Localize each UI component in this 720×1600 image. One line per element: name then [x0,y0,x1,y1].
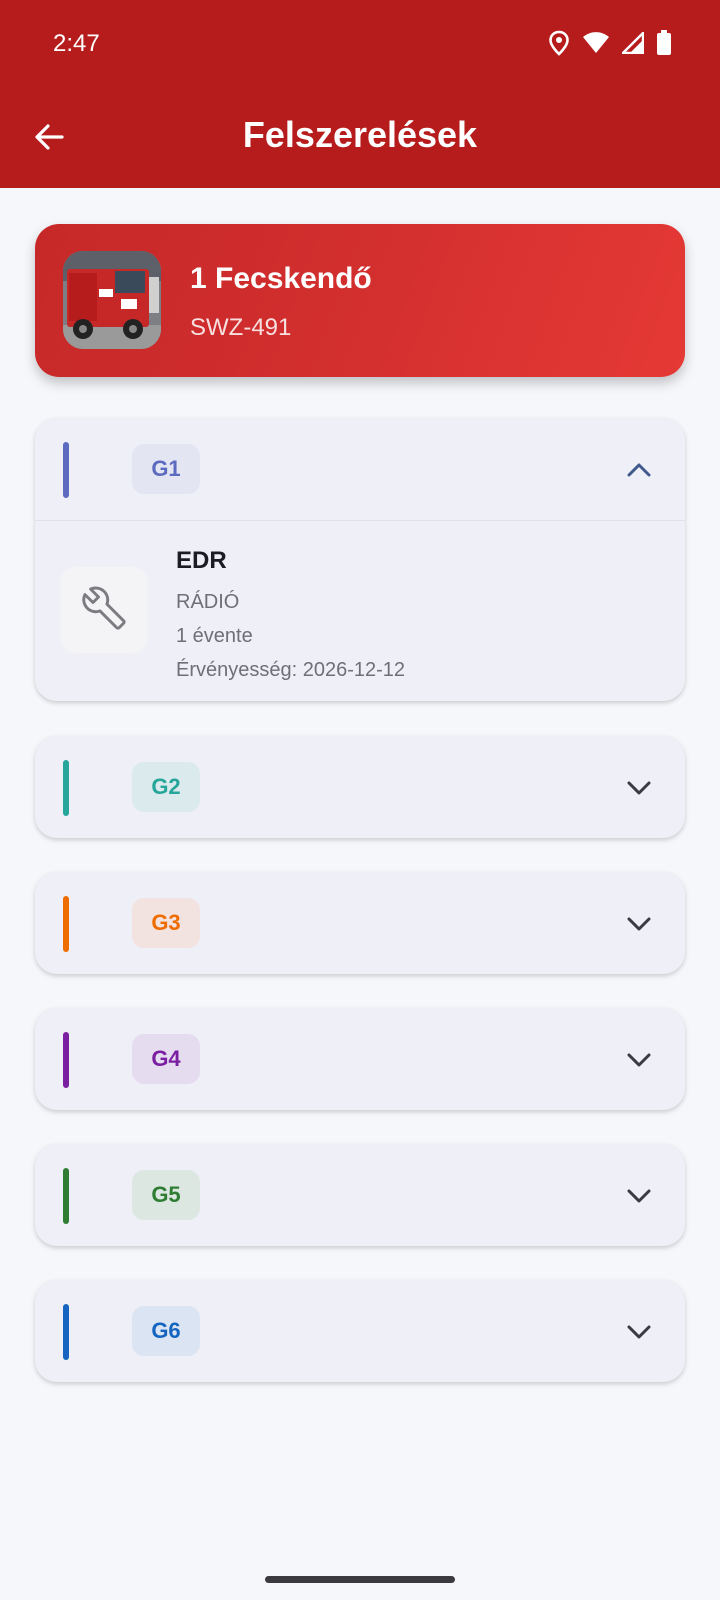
group-color-bar [63,1032,69,1088]
wrench-icon [82,586,126,635]
group-color-bar [63,896,69,952]
item-icon-box [61,567,147,653]
chevron-down-icon[interactable] [625,1182,653,1210]
item-title: EDR [176,547,227,574]
item-frequency: 1 évente [176,625,253,647]
vehicle-card[interactable]: 1 Fecskendő SWZ-491 [35,224,685,377]
vehicle-plate: SWZ-491 [190,314,292,341]
chevron-down-icon[interactable] [625,1318,653,1346]
group-chip: G3 [132,898,200,948]
wifi-icon [582,32,610,54]
group-header-g2[interactable]: G2 [35,736,685,838]
location-icon [548,30,570,56]
group-card-g6: G6 [35,1280,685,1382]
chevron-down-icon[interactable] [625,1046,653,1074]
signal-icon [622,32,644,54]
group-header-g5[interactable]: G5 [35,1144,685,1246]
vehicle-name: 1 Fecskendő [190,262,372,295]
group-color-bar [63,1168,69,1224]
item-category: RÁDIÓ [176,591,240,613]
group-card-g1: G1 EDR RÁDIÓ 1 évente Érvényesség: 2026-… [35,418,685,701]
page-title: Felszerelések [242,114,478,155]
group-chip: G5 [132,1170,200,1220]
group-chip: G6 [132,1306,200,1356]
group-card-g4: G4 [35,1008,685,1110]
group-chip: G2 [132,762,200,812]
item-validity: Érvényesség: 2026-12-12 [176,659,406,681]
chevron-down-icon[interactable] [625,910,653,938]
app-header: 2:47 Felszerelések [0,0,720,188]
group-chip: G4 [132,1034,200,1084]
group-color-bar [63,760,69,816]
group-color-bar [63,1304,69,1360]
battery-icon [656,30,672,56]
group-card-g2: G2 [35,736,685,838]
vehicle-photo [63,251,161,349]
list-item[interactable]: EDR RÁDIÓ 1 évente Érvényesség: 2026-12-… [35,521,685,701]
group-header-g1[interactable]: G1 [35,418,685,520]
status-time: 2:47 [53,30,100,57]
home-indicator[interactable] [265,1576,455,1583]
group-header-g4[interactable]: G4 [35,1008,685,1110]
group-chip: G1 [132,444,200,494]
group-color-bar [63,442,69,498]
status-icons [548,30,672,56]
group-card-g5: G5 [35,1144,685,1246]
chevron-up-icon[interactable] [625,456,653,484]
group-header-g3[interactable]: G3 [35,872,685,974]
chevron-down-icon[interactable] [625,774,653,802]
group-card-g3: G3 [35,872,685,974]
group-header-g6[interactable]: G6 [35,1280,685,1382]
